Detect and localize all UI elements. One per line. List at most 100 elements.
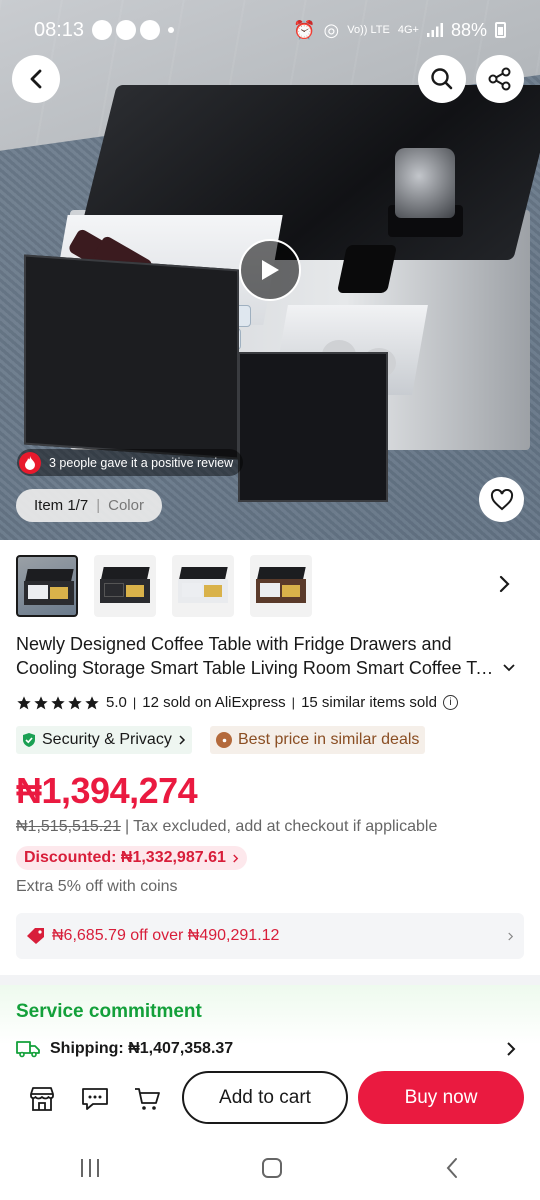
fire-icon [19,451,41,474]
heart-icon [490,488,513,510]
network-indicator: 4G+ [397,23,419,36]
sold-count: 12 sold on AliExpress [142,694,286,711]
chevron-right-icon [233,854,239,862]
thumbnail[interactable] [172,555,234,617]
original-price: ₦1,515,515.21 [16,818,121,835]
shipping-row[interactable]: Shipping: ₦1,407,358.37 [16,1040,233,1058]
back-arrow-icon [30,69,42,89]
home-icon[interactable] [261,1157,282,1178]
item-counter: Item 1/7 [34,497,89,514]
color-tab[interactable]: Color [108,497,144,514]
product-title-line2: Cooling Storage Smart Table Living Room … [16,658,500,678]
system-navigation-bar [0,1135,540,1200]
store-button[interactable] [27,1084,57,1114]
thumbnail-strip [16,555,526,617]
cart-button[interactable] [132,1084,162,1114]
coupon-tag-icon [27,928,44,944]
positive-review-chip: 3 people gave it a positive review [17,449,244,476]
meta-divider: | [291,695,296,710]
item-counter-pill[interactable]: Item 1/7 | Color [16,489,162,522]
star-icon [68,695,82,709]
chevron-down-icon[interactable] [502,663,516,673]
shipping-value: ₦1,407,358.37 [128,1040,234,1057]
chat-notification-icon [92,20,113,40]
best-price-label: Best price in similar deals [238,731,420,748]
thumbnails-next-button[interactable] [497,574,517,596]
signal-icon [426,23,443,37]
chat-icon [82,1088,108,1110]
star-icon [51,695,65,709]
product-title-line1: Newly Designed Coffee Table with Fridge … [16,634,452,654]
kettle [395,148,455,218]
info-icon[interactable]: i [442,695,458,710]
call-notification-icon [116,20,137,40]
left-drawer-front [24,254,239,460]
shield-check-icon [23,733,35,747]
current-price: ₦1,394,274 [16,770,198,811]
nav-back-icon[interactable] [445,1157,459,1179]
star-icon [85,695,99,709]
review-chip-text: 3 people gave it a positive review [49,455,234,470]
search-icon [431,68,453,90]
play-icon [262,260,279,280]
chat-button[interactable] [80,1084,110,1114]
hotspot-icon: ◎ [323,19,340,40]
shipping-label: Shipping: [50,1040,124,1057]
discount-chip[interactable]: Discounted: ₦1,332,987.61 [16,846,247,870]
more-notifications-dot [168,27,175,33]
share-button[interactable] [476,55,524,103]
notification-icons [92,20,175,40]
pill-separator: | [96,497,101,514]
chevron-right-icon [508,932,514,940]
similar-items-sold: 15 similar items sold [301,694,437,711]
wireless-charger-phone [336,245,398,293]
battery-percent: 88% [450,19,487,40]
store-icon [30,1087,54,1111]
alarm-icon: ⏰ [293,19,316,40]
section-divider [0,975,540,985]
original-price-row: ₦1,515,515.21 | Tax excluded, add at che… [16,818,437,836]
coupon-row[interactable]: ₦6,685.79 off over ₦490,291.12 [16,913,524,959]
buy-now-button[interactable]: Buy now [358,1071,524,1124]
system-status-icons: ⏰ ◎ Vo)) LTE 4G+ 88% [293,20,506,41]
thumbnail[interactable] [16,555,78,617]
recent-apps-icon[interactable] [81,1158,100,1177]
security-privacy-badge[interactable]: Security & Privacy [16,726,192,754]
star-icon [17,695,31,709]
product-title[interactable]: Newly Designed Coffee Table with Fridge … [16,632,516,680]
chevron-right-icon [179,735,185,745]
discounted-price: Discounted: ₦1,332,987.61 [24,849,226,866]
shipping-chevron[interactable] [506,1041,516,1062]
star-rating [16,695,100,711]
price-separator: | [124,818,130,835]
security-badge-label: Security & Privacy [42,731,172,748]
cart-icon [135,1088,160,1110]
star-icon [34,695,48,709]
service-commitment-title: Service commitment [16,1001,202,1022]
status-bar: 08:13 ⏰ ◎ Vo)) LTE 4G+ 88% [0,0,540,60]
truck-icon [16,1041,40,1058]
thumbnail[interactable] [250,555,312,617]
add-to-cart-button[interactable]: Add to cart [182,1071,348,1124]
best-price-badge[interactable]: Best price in similar deals [210,726,426,754]
status-time: 08:13 [34,18,85,41]
back-button[interactable] [12,55,60,103]
price-tag-icon [216,732,232,748]
volte-indicator: Vo)) LTE [347,23,390,36]
message-notification-icon [140,20,161,40]
rating-row[interactable]: 5.0 | 12 sold on AliExpress | 15 similar… [16,694,458,711]
right-drawer-front [238,352,388,502]
play-video-button[interactable] [239,239,301,301]
coupon-text: ₦6,685.79 off over ₦490,291.12 [52,927,280,944]
rating-value: 5.0 [106,694,127,711]
chevron-right-icon [507,1042,516,1056]
tax-note: Tax excluded, add at checkout if applica… [133,818,438,835]
wishlist-button[interactable] [479,477,524,522]
search-button[interactable] [418,55,466,103]
chevron-right-icon [499,575,510,593]
thumbnail[interactable] [94,555,156,617]
meta-divider: | [132,695,137,710]
battery-icon [495,22,506,38]
coins-offer: Extra 5% off with coins [16,878,178,895]
share-icon [488,67,511,91]
